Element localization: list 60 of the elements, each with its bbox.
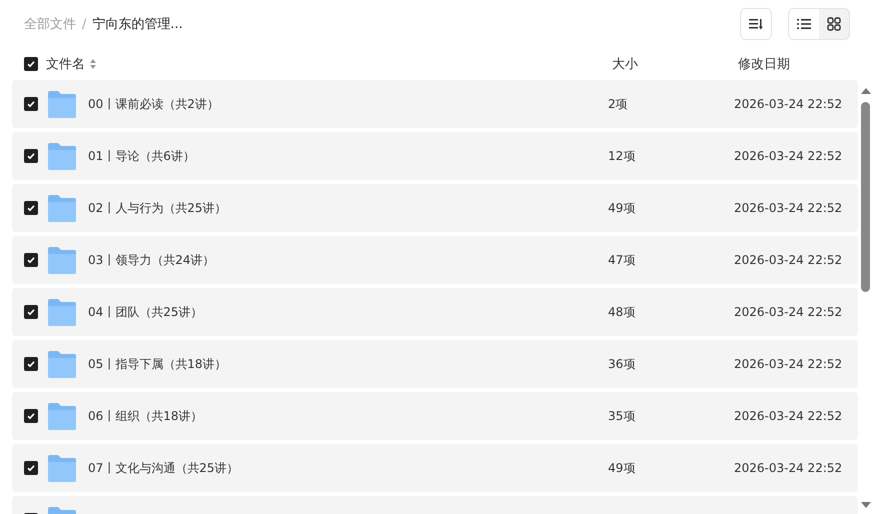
folder-icon [47, 90, 77, 118]
file-row[interactable]: 05丨指导下属（共18讲） 36项 2026-03-24 22:52 [12, 340, 858, 388]
folder-icon [47, 142, 77, 170]
item-count: 49项 [608, 460, 636, 476]
folder-icon [47, 246, 77, 274]
checkbox[interactable] [24, 357, 38, 371]
item-count: 36项 [608, 356, 636, 372]
file-row[interactable]: 03丨领导力（共24讲） 47项 2026-03-24 22:52 [12, 236, 858, 284]
modified-date: 2026-03-24 22:52 [734, 253, 844, 267]
checkbox[interactable] [24, 201, 38, 215]
sort-icon[interactable] [89, 58, 97, 70]
grid-icon [827, 17, 841, 31]
item-count: 35项 [608, 408, 636, 424]
checkbox[interactable] [24, 57, 38, 71]
folder-icon [47, 194, 77, 222]
folder-name[interactable]: 02丨人与行为（共25讲） [88, 200, 608, 216]
item-count: 2项 [608, 96, 629, 112]
column-header[interactable]: 修改日期 [738, 55, 874, 73]
modified-date: 2026-03-24 22:52 [734, 201, 844, 215]
folder-icon [47, 350, 77, 378]
file-row[interactable]: 01丨导论（共6讲） 12项 2026-03-24 22:52 [12, 132, 858, 180]
item-count: 47项 [608, 252, 636, 268]
list-view-button[interactable] [789, 9, 819, 39]
breadcrumb-separator: / [82, 16, 86, 32]
sort-button[interactable] [740, 8, 772, 40]
item-count: 48项 [608, 304, 636, 320]
checkbox[interactable] [24, 149, 38, 163]
modified-date: 2026-03-24 22:52 [734, 305, 844, 319]
breadcrumb-item: 宁向东的管理... [92, 16, 183, 33]
item-count: 12项 [608, 148, 636, 164]
file-row[interactable]: 06丨组织（共18讲） 35项 2026-03-24 22:52 [12, 392, 858, 440]
modified-date: 2026-03-24 22:52 [734, 97, 844, 111]
file-row[interactable]: 02丨人与行为（共25讲） 49项 2026-03-24 22:52 [12, 184, 858, 232]
modified-date: 2026-03-24 22:52 [734, 409, 844, 423]
folder-name[interactable]: 00丨课前必读（共2讲） [88, 96, 608, 112]
folder-name[interactable]: 06丨组织（共18讲） [88, 408, 608, 424]
checkbox[interactable] [24, 409, 38, 423]
folder-name[interactable]: 07丨文化与沟通（共25讲） [88, 460, 608, 476]
checkbox[interactable] [24, 253, 38, 267]
checkbox[interactable] [24, 305, 38, 319]
checkbox[interactable] [24, 97, 38, 111]
modified-date: 2026-03-24 22:52 [734, 357, 844, 371]
item-count: 49项 [608, 200, 636, 216]
file-row[interactable]: 04丨团队（共25讲） 48项 2026-03-24 22:52 [12, 288, 858, 336]
folder-name[interactable]: 05丨指导下属（共18讲） [88, 356, 608, 372]
file-row[interactable]: 07丨文化与沟通（共25讲） 49项 2026-03-24 22:52 [12, 444, 858, 492]
folder-icon [47, 298, 77, 326]
sort-icon [749, 18, 763, 30]
checkbox[interactable] [24, 461, 38, 475]
list-icon [797, 18, 811, 30]
modified-date: 2026-03-24 22:52 [734, 149, 844, 163]
column-header[interactable]: 文件名 [46, 55, 85, 73]
folder-name[interactable]: 04丨团队（共25讲） [88, 304, 608, 320]
folder-icon [47, 402, 77, 430]
modified-date: 2026-03-24 22:52 [734, 461, 844, 475]
column-header[interactable]: 大小 [612, 55, 738, 73]
folder-name[interactable]: 03丨领导力（共24讲） [88, 252, 608, 268]
file-row[interactable]: 00丨课前必读（共2讲） 2项 2026-03-24 22:52 [12, 80, 858, 128]
folder-name[interactable]: 01丨导论（共6讲） [88, 148, 608, 164]
folder-icon [47, 454, 77, 482]
